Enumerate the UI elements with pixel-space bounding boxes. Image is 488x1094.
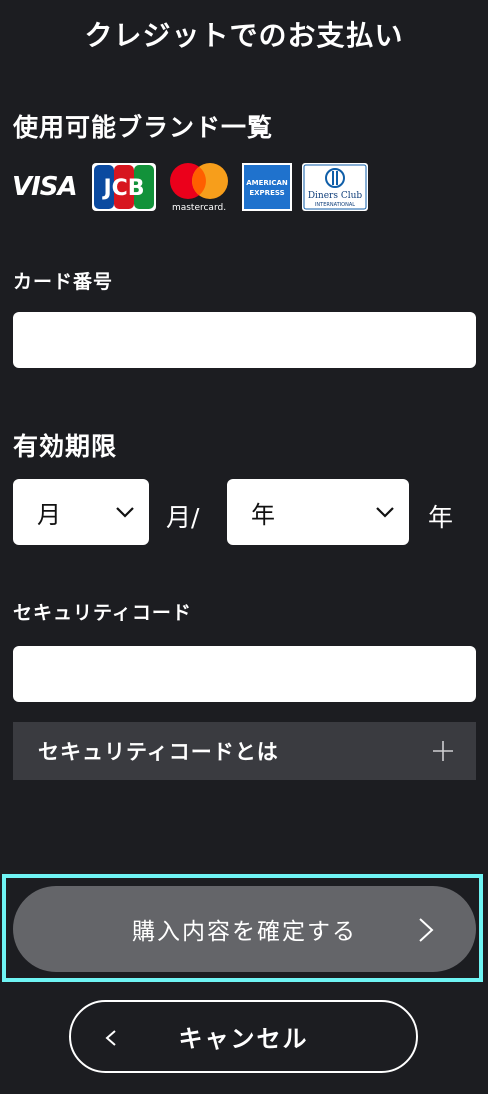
expiry-label: 有効期限: [13, 432, 118, 461]
chevron-down-icon: [116, 507, 134, 518]
expiry-month-select[interactable]: 月: [13, 479, 149, 545]
confirm-purchase-button[interactable]: 購入内容を確定する: [13, 886, 476, 972]
visa-logo: VISA: [12, 172, 78, 202]
security-code-label: セキュリティコード: [13, 602, 192, 624]
chevron-left-icon: [105, 1030, 116, 1046]
chevron-down-icon: [376, 507, 394, 518]
confirm-purchase-label: 購入内容を確定する: [132, 919, 357, 945]
expiry-year-value: 年: [251, 500, 275, 529]
svg-text:JCB: JCB: [101, 176, 144, 201]
jcb-logo: JCB: [92, 163, 156, 211]
expiry-year-select[interactable]: 年: [227, 479, 409, 545]
svg-text:Diners Club: Diners Club: [308, 191, 363, 201]
svg-text:AMERICAN: AMERICAN: [246, 179, 288, 187]
expiry-month-value: 月: [37, 500, 61, 529]
svg-text:mastercard.: mastercard.: [172, 203, 226, 213]
svg-text:EXPRESS: EXPRESS: [249, 189, 284, 197]
security-code-help-toggle[interactable]: セキュリティコードとは: [13, 722, 476, 780]
expiry-year-unit: 年: [428, 503, 454, 532]
svg-text:INTERNATIONAL: INTERNATIONAL: [315, 202, 355, 208]
expiry-month-unit: 月/: [166, 503, 200, 532]
plus-icon: [433, 741, 453, 761]
cancel-label: キャンセル: [178, 1025, 309, 1053]
chevron-right-icon: [419, 918, 434, 942]
mastercard-logo: mastercard.: [170, 163, 228, 213]
diners-club-logo: Diners Club INTERNATIONAL: [302, 163, 368, 211]
amex-logo: AMERICAN EXPRESS: [242, 163, 292, 211]
page-title: クレジットでのお支払い: [84, 19, 404, 52]
brand-logos: VISA JCB mastercard. AMERICAN EXPRESS Di…: [12, 162, 368, 213]
security-code-input[interactable]: [13, 646, 476, 702]
security-code-help-label: セキュリティコードとは: [38, 740, 279, 764]
brands-heading: 使用可能ブランド一覧: [13, 113, 274, 142]
card-number-input[interactable]: [13, 312, 476, 368]
card-number-label: カード番号: [13, 271, 114, 293]
cancel-button[interactable]: キャンセル: [69, 1000, 418, 1073]
